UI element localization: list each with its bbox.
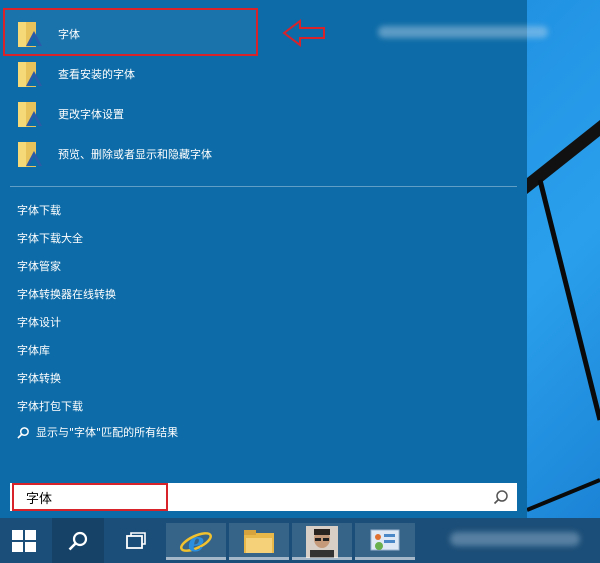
- show-all-results-link[interactable]: 显示与"字体"匹配的所有结果: [17, 424, 178, 440]
- file-explorer-icon: [244, 529, 274, 553]
- fonts-folder-icon: [16, 19, 44, 49]
- suggestion-item[interactable]: 字体转换器在线转换: [17, 286, 116, 302]
- svg-text:e: e: [188, 528, 205, 558]
- show-all-label: 显示与"字体"匹配的所有结果: [36, 426, 179, 439]
- taskbar-search-button[interactable]: [52, 518, 104, 563]
- result-change-font-settings[interactable]: 更改字体设置: [10, 96, 510, 132]
- control-panel-icon: [370, 529, 400, 550]
- fonts-folder-icon: [16, 59, 44, 89]
- suggestion-item[interactable]: 字体下载: [17, 202, 61, 218]
- windows-logo-icon: [12, 529, 36, 552]
- search-query: 字体: [26, 492, 53, 507]
- internet-explorer-icon: e: [180, 528, 212, 558]
- suggestion-item[interactable]: 字体转换: [17, 370, 61, 386]
- taskbar-app-ie[interactable]: e: [166, 523, 226, 560]
- result-label: 更改字体设置: [58, 108, 124, 121]
- taskbar-app-user[interactable]: [292, 523, 352, 560]
- suggestion-item[interactable]: 字体库: [17, 342, 50, 358]
- search-input[interactable]: 字体: [10, 483, 517, 511]
- fonts-folder-icon: [16, 99, 44, 129]
- divider: [10, 186, 517, 187]
- result-label: 查看安装的字体: [58, 68, 135, 81]
- result-view-installed-fonts[interactable]: 查看安装的字体: [10, 56, 510, 92]
- suggestion-item[interactable]: 字体下载大全: [17, 230, 83, 246]
- result-fonts[interactable]: 字体: [10, 16, 510, 52]
- search-icon: [68, 531, 88, 550]
- task-view-button[interactable]: [110, 518, 162, 563]
- search-icon[interactable]: [493, 489, 509, 505]
- taskbar: e: [0, 518, 600, 563]
- taskbar-app-control-panel[interactable]: [355, 523, 415, 560]
- result-label: 字体: [58, 28, 80, 41]
- suggestion-item[interactable]: 字体管家: [17, 258, 61, 274]
- suggestion-item[interactable]: 字体打包下载: [17, 398, 83, 414]
- suggestion-item[interactable]: 字体设计: [17, 314, 61, 330]
- avatar: [306, 525, 338, 558]
- system-tray-blurred: [450, 532, 580, 546]
- start-button[interactable]: [0, 518, 48, 563]
- search-icon: [17, 426, 29, 439]
- taskbar-app-explorer[interactable]: [229, 523, 289, 560]
- result-preview-delete-fonts[interactable]: 预览、删除或者显示和隐藏字体: [10, 136, 510, 172]
- start-search-panel: 字体 查看安装的字体 更改字体设置 预览、删除或者显示和隐藏字体 字体下载 字体…: [0, 0, 548, 518]
- result-label: 预览、删除或者显示和隐藏字体: [58, 148, 212, 161]
- fonts-folder-icon: [16, 139, 44, 169]
- task-view-icon: [126, 531, 146, 549]
